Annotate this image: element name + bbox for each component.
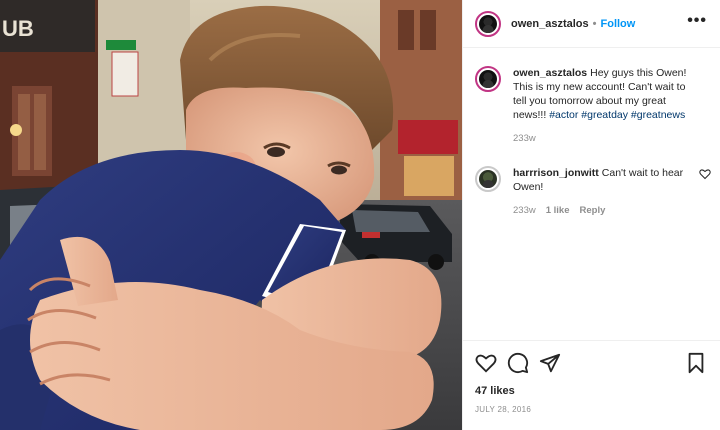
more-dots-icon[interactable]: ••• — [687, 13, 707, 29]
photo-illustration: UB — [0, 0, 462, 430]
action-icons — [475, 351, 709, 375]
header-separator: • — [592, 17, 597, 30]
caption-username[interactable]: owen_asztalos — [513, 67, 587, 79]
reply-button[interactable]: Reply — [580, 204, 606, 218]
comment-item: harrrison_jonwitt Can't wait to hear Owen… — [475, 166, 711, 218]
hashtag-link[interactable]: #greatday — [581, 109, 628, 121]
avatar-image — [479, 14, 497, 33]
likes-count[interactable]: 47 likes — [475, 385, 709, 397]
comment-heart-icon[interactable] — [699, 168, 711, 180]
caption-body: owen_asztalos Hey guys this Owen! This is… — [513, 66, 697, 146]
post-caption: owen_asztalos Hey guys this Owen! This is… — [475, 66, 711, 146]
share-icon[interactable] — [539, 352, 561, 374]
comment-meta: 233w 1 like Reply — [513, 204, 697, 218]
comment-timestamp[interactable]: 233w — [513, 204, 536, 218]
storefront-sign: UB — [2, 16, 34, 41]
hashtag-link[interactable]: #greatnews — [631, 109, 685, 121]
post-header: owen_asztalos • Follow ••• — [463, 0, 720, 48]
author-avatar[interactable] — [475, 10, 501, 37]
post-actions: 47 likes JULY 28, 2016 — [463, 340, 720, 414]
comment-body: harrrison_jonwitt Can't wait to hear Owen… — [513, 166, 697, 218]
commenter-username[interactable]: harrrison_jonwitt — [513, 167, 599, 179]
post-photo[interactable]: UB — [0, 0, 462, 430]
comment-likes-count[interactable]: 1 like — [546, 204, 570, 218]
instagram-post: UB owen_asztalos • Follow ••• owen_aszta… — [0, 0, 720, 430]
post-date[interactable]: JULY 28, 2016 — [475, 405, 709, 414]
follow-button[interactable]: Follow — [601, 18, 636, 30]
caption-author-avatar[interactable] — [475, 66, 501, 92]
caption-timestamp[interactable]: 233w — [513, 132, 536, 146]
avatar-image — [479, 170, 497, 188]
commenter-avatar[interactable] — [475, 166, 501, 192]
heart-icon[interactable] — [475, 352, 497, 374]
caption-meta: 233w — [513, 132, 697, 146]
bookmark-icon[interactable] — [685, 352, 707, 374]
post-sidebar: owen_asztalos • Follow ••• owen_asztalos… — [462, 0, 720, 430]
comment-icon[interactable] — [507, 352, 529, 374]
avatar-image — [479, 70, 497, 88]
hashtag-link[interactable]: #actor — [549, 109, 578, 121]
author-username[interactable]: owen_asztalos — [511, 18, 589, 30]
